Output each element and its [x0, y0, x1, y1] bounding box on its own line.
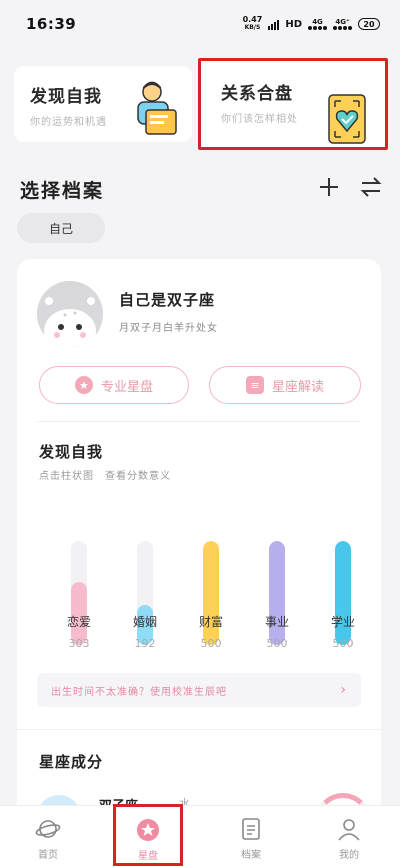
cell-signal-2: 4G⁺: [333, 18, 352, 30]
bar-category-label: 恋爱: [66, 615, 91, 629]
tab-home[interactable]: 首页: [13, 812, 83, 861]
discover-self-card[interactable]: 发现自我 你的运势和机遇: [14, 66, 192, 142]
status-time: 16:39: [26, 15, 77, 33]
sign-reading-button[interactable]: ≡ 星座解读: [209, 366, 361, 404]
status-bar: 16:39 0.47 KB/S HD 4G 4G⁺ 20: [0, 0, 400, 48]
profile-description: 月双子月白羊升处女: [119, 323, 218, 334]
star-badge-icon: [135, 817, 161, 843]
profile-name: 自己是双子座: [119, 291, 216, 309]
relationship-synastry-card[interactable]: 关系合盘 你们该怎样相处: [198, 58, 388, 150]
divider: [17, 729, 381, 730]
avatar[interactable]: [37, 281, 103, 347]
bar-category-label: 婚姻: [132, 615, 157, 629]
discover-title: 发现自我: [39, 443, 104, 461]
bar-value-label: 500: [332, 637, 354, 650]
signal-dots-icon: [333, 26, 352, 30]
tab-star-chart[interactable]: 星盘: [113, 804, 183, 866]
battery-icon: 20: [358, 18, 380, 30]
swap-icon[interactable]: [360, 176, 382, 204]
calibrate-birth-time-banner[interactable]: 出生时间不太准确？使用校准生辰吧 ›: [37, 673, 361, 707]
tab-archive[interactable]: 档案: [216, 812, 286, 861]
wifi-signal-icon: [268, 19, 280, 30]
section-title-select-profile: 选择档案: [20, 180, 105, 202]
person-icon: [336, 816, 362, 842]
bar-value-label: 303: [68, 637, 90, 650]
hd-badge: HD: [285, 18, 302, 30]
heart-card-illustration-icon: [328, 94, 366, 144]
bar-category-label: 财富: [198, 615, 223, 629]
divider: [37, 421, 361, 422]
status-indicators: 0.47 KB/S HD 4G 4G⁺ 20: [243, 16, 380, 32]
bar-value-label: 192: [134, 637, 156, 650]
profile-chip-self[interactable]: 自己: [17, 213, 105, 243]
chevron-right-icon: ›: [340, 682, 347, 698]
star-icon: ★: [74, 376, 93, 394]
cell-signal-1: 4G: [308, 18, 327, 30]
tab-mine[interactable]: 我的: [314, 812, 384, 861]
net-speed: 0.47 KB/S: [242, 15, 263, 32]
planet-icon: [35, 816, 61, 842]
composition-title: 星座成分: [39, 753, 104, 771]
plus-icon[interactable]: [318, 176, 340, 204]
book-icon: ≡: [245, 376, 264, 394]
discover-description: 点击柱状图 查看分数意义: [39, 471, 171, 482]
bar-value-label: 500: [266, 637, 288, 650]
reading-person-illustration-icon: [137, 81, 177, 135]
cartoon-avatar-icon: [37, 281, 103, 347]
bar-category-label: 学业: [330, 615, 355, 629]
bar-category-label: 事业: [264, 615, 289, 629]
signal-dots-icon: [308, 26, 327, 30]
profile-card: 自己是双子座 月双子月白羊升处女 ★ 专业星盘 ≡ 星座解读 发现自我 点击柱状…: [17, 259, 381, 849]
bar-value-label: 500: [200, 637, 222, 650]
professional-chart-button[interactable]: ★ 专业星盘: [39, 366, 189, 404]
document-icon: [238, 816, 264, 842]
bottom-tab-bar: 首页 星盘 档案 我的: [0, 804, 400, 867]
